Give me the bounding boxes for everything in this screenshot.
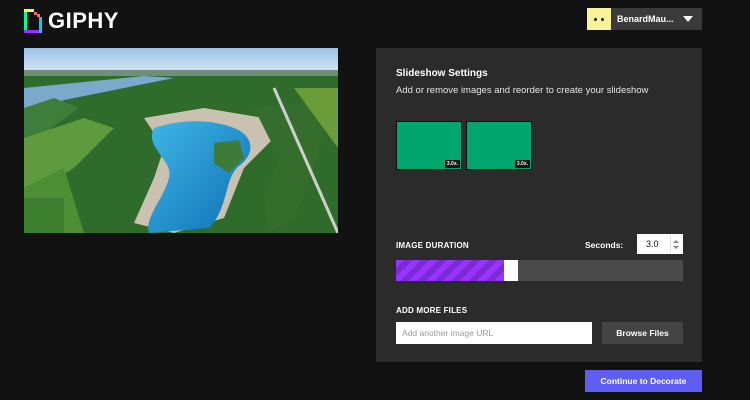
- spinner-down-icon[interactable]: [673, 245, 679, 249]
- preview-image: [24, 48, 338, 233]
- slide-thumbnails: 3.0s. 3.0s.: [396, 121, 532, 170]
- chevron-down-icon[interactable]: [683, 16, 693, 22]
- logo-text: GIPHY: [48, 8, 119, 33]
- slide-thumbnail[interactable]: 3.0s.: [396, 121, 462, 170]
- user-menu[interactable]: BenardMau...: [587, 8, 702, 30]
- duration-slider[interactable]: [396, 260, 683, 281]
- panel-subtitle: Add or remove images and reorder to crea…: [396, 85, 649, 96]
- image-url-input[interactable]: [396, 322, 592, 344]
- image-duration-label: IMAGE DURATION: [396, 241, 469, 250]
- spinner-icon[interactable]: [670, 235, 681, 253]
- giphy-logo-icon: [24, 9, 42, 33]
- seconds-label: Seconds:: [585, 240, 624, 250]
- add-more-files-label: ADD MORE FILES: [396, 306, 468, 315]
- slide-thumbnail[interactable]: 3.0s.: [466, 121, 532, 170]
- slide-duration-badge: 3.0s.: [514, 160, 530, 168]
- continue-to-decorate-button[interactable]: Continue to Decorate: [585, 370, 702, 392]
- spinner-up-icon[interactable]: [673, 239, 679, 243]
- seconds-value: 3.0: [646, 239, 659, 249]
- browse-files-button[interactable]: Browse Files: [602, 322, 683, 344]
- slider-handle[interactable]: [504, 260, 518, 281]
- slide-duration-badge: 3.0s.: [444, 160, 460, 168]
- panel-title: Slideshow Settings: [396, 68, 488, 79]
- giphy-logo[interactable]: GIPHY: [24, 8, 119, 34]
- seconds-input[interactable]: 3.0: [637, 234, 683, 254]
- slider-fill: [396, 260, 511, 281]
- slideshow-settings-panel: Slideshow Settings Add or remove images …: [376, 48, 702, 362]
- username: BenardMau...: [617, 14, 674, 24]
- avatar-face-icon: [587, 8, 611, 30]
